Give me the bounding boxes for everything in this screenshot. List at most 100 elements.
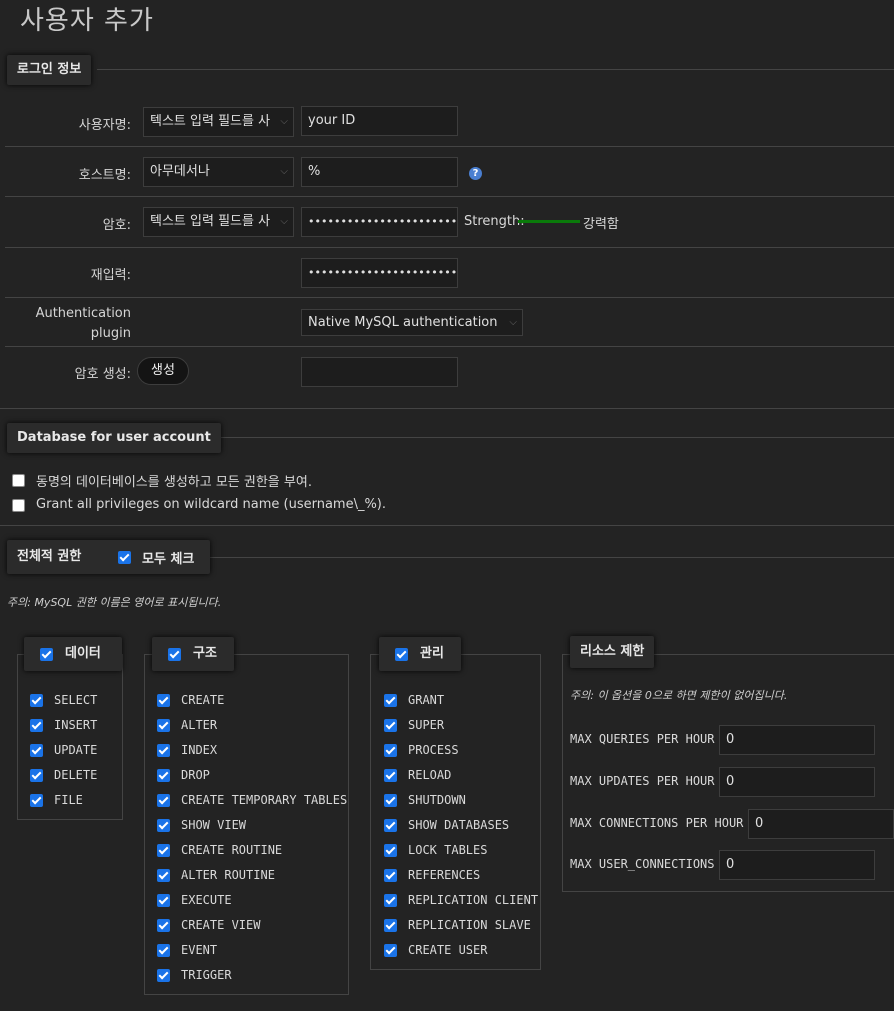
username-input[interactable]: your ID	[301, 106, 458, 136]
privilege-checkbox[interactable]	[157, 894, 170, 907]
privilege-checkbox[interactable]	[384, 769, 397, 782]
row-divider	[5, 247, 894, 248]
section-divider	[0, 408, 894, 409]
host-type-select[interactable]: 아무데서나 ⌵	[143, 157, 294, 187]
admin-group-title: 관리	[420, 646, 444, 661]
privilege-label: ALTER	[181, 718, 218, 732]
privilege-checkbox[interactable]	[30, 769, 43, 782]
generated-password-input[interactable]	[301, 357, 458, 387]
resource-limit-input[interactable]: 0	[719, 767, 875, 797]
strength-meter	[518, 220, 580, 223]
privilege-checkbox[interactable]	[384, 944, 397, 957]
privilege-checkbox[interactable]	[30, 719, 43, 732]
privilege-checkbox[interactable]	[157, 744, 170, 757]
host-label: 호스트명:	[78, 168, 131, 183]
resource-limit-label: MAX USER_CONNECTIONS	[570, 857, 715, 871]
username-label: 사용자명:	[78, 118, 131, 133]
structure-group-checkbox[interactable]	[168, 648, 181, 661]
privilege-label: TRIGGER	[181, 968, 232, 982]
privilege-checkbox[interactable]	[157, 969, 170, 982]
privilege-checkbox[interactable]	[384, 819, 397, 832]
resource-limit-label: MAX CONNECTIONS PER HOUR	[570, 816, 744, 830]
privilege-checkbox[interactable]	[384, 894, 397, 907]
privilege-label: ALTER ROUTINE	[181, 868, 275, 882]
auth-plugin-value: Native MySQL authentication	[308, 315, 498, 330]
privilege-checkbox[interactable]	[30, 794, 43, 807]
resource-limit-input[interactable]: 0	[719, 725, 875, 755]
structure-group-title: 구조	[193, 646, 217, 661]
resource-limit-label: MAX QUERIES PER HOUR	[570, 732, 715, 746]
auth-plugin-select[interactable]: Native MySQL authentication ⌵	[301, 309, 523, 336]
privilege-label: GRANT	[408, 693, 445, 707]
create-db-checkbox[interactable]	[12, 474, 25, 487]
row-divider	[5, 146, 894, 147]
resource-limit-input[interactable]: 0	[748, 809, 894, 839]
admin-group-checkbox[interactable]	[395, 648, 408, 661]
chevron-down-icon: ⌵	[280, 166, 288, 177]
privilege-label: LOCK TABLES	[408, 843, 488, 857]
privilege-checkbox[interactable]	[30, 694, 43, 707]
help-icon[interactable]: ?	[469, 167, 482, 180]
privilege-label: DROP	[181, 768, 210, 782]
privilege-label: SUPER	[408, 718, 445, 732]
data-group-checkbox[interactable]	[40, 648, 53, 661]
login-info-legend: 로그인 정보	[7, 55, 92, 85]
privilege-checkbox[interactable]	[157, 719, 170, 732]
check-all-checkbox[interactable]	[118, 551, 131, 564]
privilege-checkbox[interactable]	[157, 844, 170, 857]
privilege-label: INSERT	[54, 718, 98, 732]
strength-label: Strength:	[464, 214, 525, 229]
privilege-checkbox[interactable]	[157, 769, 170, 782]
privilege-label: PROCESS	[408, 743, 459, 757]
privilege-checkbox[interactable]	[157, 944, 170, 957]
global-privileges-title: 전체적 권한	[17, 549, 82, 564]
privilege-checkbox[interactable]	[384, 869, 397, 882]
create-db-label: 동명의 데이터베이스를 생성하고 모든 권한을 부여.	[36, 475, 312, 490]
resource-limits-note: 주의: 이 옵션을 0으로 하면 제한이 없어집니다.	[570, 689, 788, 702]
privilege-label: CREATE	[181, 693, 225, 707]
chevron-down-icon: ⌵	[280, 216, 288, 227]
privilege-checkbox[interactable]	[30, 744, 43, 757]
privilege-label: FILE	[54, 793, 83, 807]
privilege-checkbox[interactable]	[384, 919, 397, 932]
host-type-value: 아무데서나	[150, 164, 210, 179]
privilege-checkbox[interactable]	[157, 869, 170, 882]
generate-password-button[interactable]: 생성	[137, 357, 189, 385]
privilege-label: SHOW VIEW	[181, 818, 247, 832]
host-input[interactable]: %	[301, 157, 458, 187]
privilege-label: REPLICATION CLIENT	[408, 893, 539, 907]
password-type-select[interactable]: 텍스트 입력 필드를 사 ⌵	[143, 207, 294, 237]
section-divider	[0, 525, 894, 526]
password-type-value: 텍스트 입력 필드를 사	[150, 214, 271, 229]
auth-plugin-label-line2: plugin	[90, 326, 131, 341]
generate-password-label: 암호 생성:	[74, 367, 131, 382]
database-legend: Database for user account	[7, 423, 221, 453]
privilege-label: CREATE ROUTINE	[181, 843, 283, 857]
strength-text: 강력함	[583, 217, 619, 232]
check-all-label[interactable]: 모두 체크	[142, 548, 194, 567]
data-group-legend: 데이터	[24, 637, 122, 671]
privilege-label: SHUTDOWN	[408, 793, 466, 807]
privilege-label: CREATE TEMPORARY TABLES	[181, 793, 348, 807]
wildcard-grant-checkbox[interactable]	[12, 499, 25, 512]
username-type-select[interactable]: 텍스트 입력 필드를 사 ⌵	[143, 107, 294, 137]
privilege-checkbox[interactable]	[384, 844, 397, 857]
resource-limit-input[interactable]: 0	[719, 850, 875, 880]
page-title: 사용자 추가	[20, 6, 154, 36]
privilege-checkbox[interactable]	[384, 694, 397, 707]
privilege-checkbox[interactable]	[157, 794, 170, 807]
password-input[interactable]: ••••••••••••••••••••••••	[301, 207, 458, 237]
privilege-checkbox[interactable]	[384, 744, 397, 757]
resource-limit-label: MAX UPDATES PER HOUR	[570, 774, 715, 788]
privilege-checkbox[interactable]	[384, 719, 397, 732]
section-divider	[193, 437, 894, 438]
privilege-label: SHOW DATABASES	[408, 818, 510, 832]
privilege-label: EXECUTE	[181, 893, 232, 907]
section-divider	[97, 69, 894, 70]
reenter-password-input[interactable]: ••••••••••••••••••••••••	[301, 258, 458, 288]
privilege-checkbox[interactable]	[157, 919, 170, 932]
privilege-checkbox[interactable]	[157, 694, 170, 707]
chevron-down-icon: ⌵	[280, 116, 288, 127]
privilege-checkbox[interactable]	[384, 794, 397, 807]
privilege-checkbox[interactable]	[157, 819, 170, 832]
